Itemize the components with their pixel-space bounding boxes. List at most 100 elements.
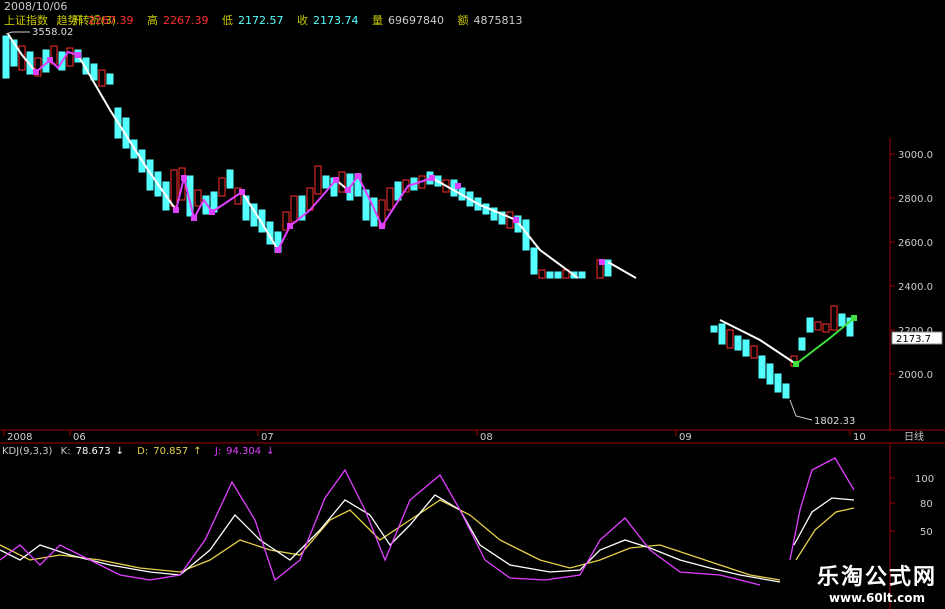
candlesticks (2, 35, 854, 399)
candle (750, 345, 758, 359)
candle (814, 321, 822, 331)
price-tick-label: 3000.0 (898, 150, 933, 161)
period-label: 日线 (904, 430, 924, 443)
pivot-marker (275, 247, 281, 253)
kdj-header: KDJ(9,3,3) K: 78.673 ↓ D: 70.857 ↑ J: 94.304 ↓ (2, 446, 285, 457)
price-tick-label: 2000.0 (898, 370, 933, 381)
close-field: 收 2173.74 (297, 14, 359, 27)
candle (106, 73, 114, 85)
date-label: 07 (261, 432, 274, 443)
watermark-title: 乐淘公式网 (816, 565, 937, 590)
candle (734, 335, 742, 351)
kdj-j-line (0, 468, 761, 586)
pivot-marker (333, 177, 339, 183)
candle (578, 271, 586, 279)
date-label: 2008 (7, 432, 32, 443)
candle (830, 305, 838, 331)
date-label: 09 (679, 432, 692, 443)
candle (758, 355, 766, 379)
candle (506, 211, 514, 229)
candle (386, 187, 394, 211)
candle (546, 271, 554, 279)
pivot-marker (209, 209, 215, 215)
candle (766, 363, 774, 385)
candle (718, 323, 726, 345)
open-field: 开 2267.39 (72, 14, 134, 27)
pivot-marker (379, 223, 385, 229)
pivot-marker (455, 183, 461, 189)
current-price-value: 2173.7 (896, 334, 931, 345)
candle (170, 169, 178, 207)
pivot-marker (355, 173, 361, 179)
candle (774, 373, 782, 393)
kdj-d-field: D: 70.857 ↑ (137, 446, 202, 457)
candle (806, 317, 814, 333)
kdj-d-line (0, 499, 781, 581)
candle (194, 189, 202, 207)
kdj-j-field: J: 94.304 ↓ (214, 446, 275, 457)
price-axis-ticks: 3000.0 2800.0 2600.0 2400.0 2200.0 2000.… (890, 150, 933, 381)
kdj-axis-ticks: 100 80 50 (890, 474, 934, 538)
pivot-marker (33, 69, 39, 75)
pivot-marker (239, 189, 245, 195)
candle (782, 383, 790, 399)
ohlc-fields: 开 2267.39 高 2267.39 低 2172.57 收 2173.74 量 696… (72, 12, 533, 28)
date-label: 08 (480, 432, 493, 443)
pivot-marker (345, 187, 351, 193)
trend-line-down-7 (719, 319, 797, 365)
kdj-k-line (0, 494, 781, 583)
pivot-marker (513, 217, 519, 223)
price-tick-label: 2400.0 (898, 282, 933, 293)
candle (322, 175, 330, 189)
candle (226, 169, 234, 189)
pivot-marker (851, 315, 857, 321)
pivot-marker (75, 52, 81, 58)
price-tick-label: 2600.0 (898, 238, 933, 249)
candle (726, 329, 734, 349)
date-label: 10 (853, 432, 866, 443)
pivot-marker (793, 361, 799, 367)
kdj-name: KDJ(9,3,3) (2, 446, 53, 457)
candle (66, 47, 74, 67)
date-label: 06 (73, 432, 86, 443)
price-annotations: 3558.02 1802.33 (5, 27, 855, 427)
candle (98, 69, 106, 87)
candle (798, 337, 806, 351)
candle (538, 269, 546, 279)
site-watermark: 乐淘公式网 www.60lt.com (817, 559, 937, 605)
pivot-marker (181, 175, 187, 181)
date-axis-labels: 2008 06 07 08 09 10 日线 (3, 430, 924, 443)
stock-chart[interactable]: 3000.0 2800.0 2600.0 2400.0 2200.0 2000.… (0, 0, 945, 609)
low-field: 低 2172.57 (222, 14, 284, 27)
volume-field: 量 69697840 (372, 14, 444, 27)
high-annotation: 3558.02 (32, 27, 73, 38)
candle (838, 313, 846, 327)
kdj-tick-label: 50 (920, 527, 933, 538)
kdj-j-line-2 (789, 457, 855, 561)
candle (742, 339, 750, 357)
kdj-tick-label: 80 (920, 499, 933, 510)
high-field: 高 2267.39 (147, 14, 209, 27)
pivot-marker (599, 259, 605, 265)
pivot-marker (429, 175, 435, 181)
trend-line-down-6 (607, 261, 637, 279)
candle (530, 247, 538, 275)
current-price-tag: 2173.7 (891, 331, 943, 345)
candle (554, 271, 562, 279)
low-annotation: 1802.33 (814, 416, 855, 427)
candle (2, 35, 10, 79)
candle (290, 195, 298, 223)
candle (822, 323, 830, 333)
trend-lines (7, 33, 855, 365)
trend-line-down-3 (241, 191, 279, 251)
pivot-marker (47, 57, 53, 63)
kdj-lines (0, 457, 855, 586)
pivot-marker (173, 207, 179, 213)
pivot-markers (33, 52, 857, 367)
candle (314, 165, 322, 195)
amount-field: 额 4875813 (457, 14, 523, 27)
watermark-url: www.60lt.com (828, 591, 925, 605)
candle (710, 325, 718, 333)
kdj-d-line-2 (795, 507, 855, 561)
pivot-marker (191, 215, 197, 221)
